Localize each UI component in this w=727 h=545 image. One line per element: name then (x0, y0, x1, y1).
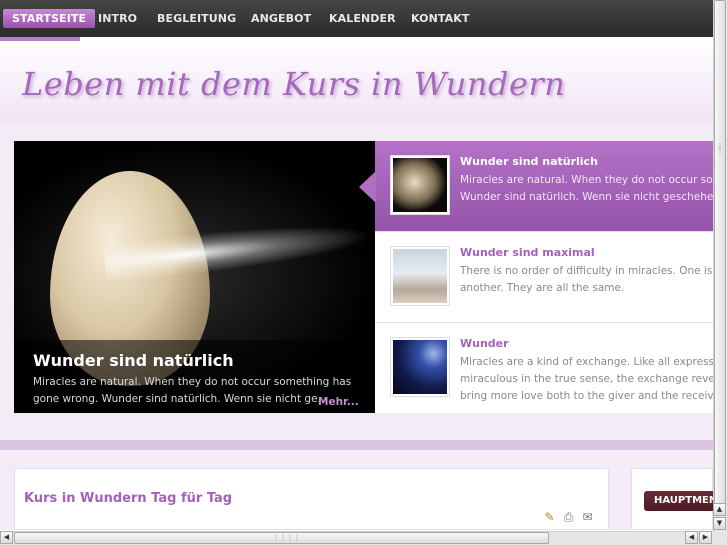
article-actions: ✎ ⎙ ✉ (542, 510, 595, 524)
scrollbar-corner (713, 531, 727, 545)
scroll-left-button-end[interactable]: ◀ (685, 531, 698, 544)
scroll-up-button[interactable]: ▲ (713, 503, 726, 516)
featured-text: Miracles are natural. When they do not o… (33, 376, 352, 405)
scroll-left-button[interactable]: ◀ (0, 531, 13, 544)
grip-icon: ⋮⋮⋮⋮ (272, 533, 301, 542)
article-title[interactable]: Kurs in Wundern Tag für Tag (24, 491, 232, 506)
nav-item-angebot[interactable]: ANGEBOT (251, 9, 311, 28)
email-icon[interactable]: ✉ (580, 510, 595, 524)
slide-text: There is no order of difficulty in mirac… (460, 265, 713, 294)
featured-title[interactable]: Wunder sind natürlich (33, 351, 234, 370)
slide-title: Wunder (460, 337, 509, 350)
vertical-scroll-thumb[interactable] (714, 0, 726, 512)
nav-item-kalender[interactable]: KALENDER (329, 9, 396, 28)
main-navigation: STARTSEITE INTRO BEGLEITUNG ANGEBOT KALE… (0, 0, 713, 37)
slide-thumbnail (390, 337, 450, 397)
grip-icon: ⋮ ⋮ (716, 142, 724, 155)
slide-item-wunder-sind-maximal[interactable]: Wunder sind maximal There is no order of… (375, 232, 713, 323)
slide-thumbnail (390, 246, 450, 306)
nav-item-begleitung[interactable]: BEGLEITUNG (157, 9, 236, 28)
edit-icon[interactable]: ✎ (542, 510, 557, 524)
scroll-down-button[interactable]: ▼ (713, 517, 726, 530)
site-header: Leben mit dem Kurs in Wundern (0, 41, 713, 123)
slide-thumbnail (390, 155, 450, 215)
slide-title: Wunder sind natürlich (460, 155, 598, 168)
scroll-right-button[interactable]: ▶ (699, 531, 712, 544)
slide-text: Miracles are a kind of exchange. Like al… (460, 356, 713, 402)
slide-item-wunder-sind-natuerlich[interactable]: Wunder sind natürlich Miracles are natur… (375, 141, 713, 232)
read-more-link[interactable]: Mehr... (318, 396, 359, 408)
slide-title: Wunder sind maximal (460, 246, 595, 259)
nav-item-kontakt[interactable]: KONTAKT (411, 9, 469, 28)
nav-item-intro[interactable]: INTRO (98, 9, 137, 28)
active-slide-arrow (359, 171, 376, 203)
section-divider (0, 440, 713, 450)
slide-item-wunder[interactable]: Wunder Miracles are a kind of exchange. … (375, 323, 713, 413)
main-menu-button[interactable]: HAUPTMENÜ (644, 491, 713, 511)
site-title[interactable]: Leben mit dem Kurs in Wundern (22, 65, 565, 103)
print-icon[interactable]: ⎙ (561, 510, 576, 524)
nav-item-startseite[interactable]: STARTSEITE (3, 9, 96, 28)
slide-text: Miracles are natural. When they do not o… (460, 174, 713, 203)
